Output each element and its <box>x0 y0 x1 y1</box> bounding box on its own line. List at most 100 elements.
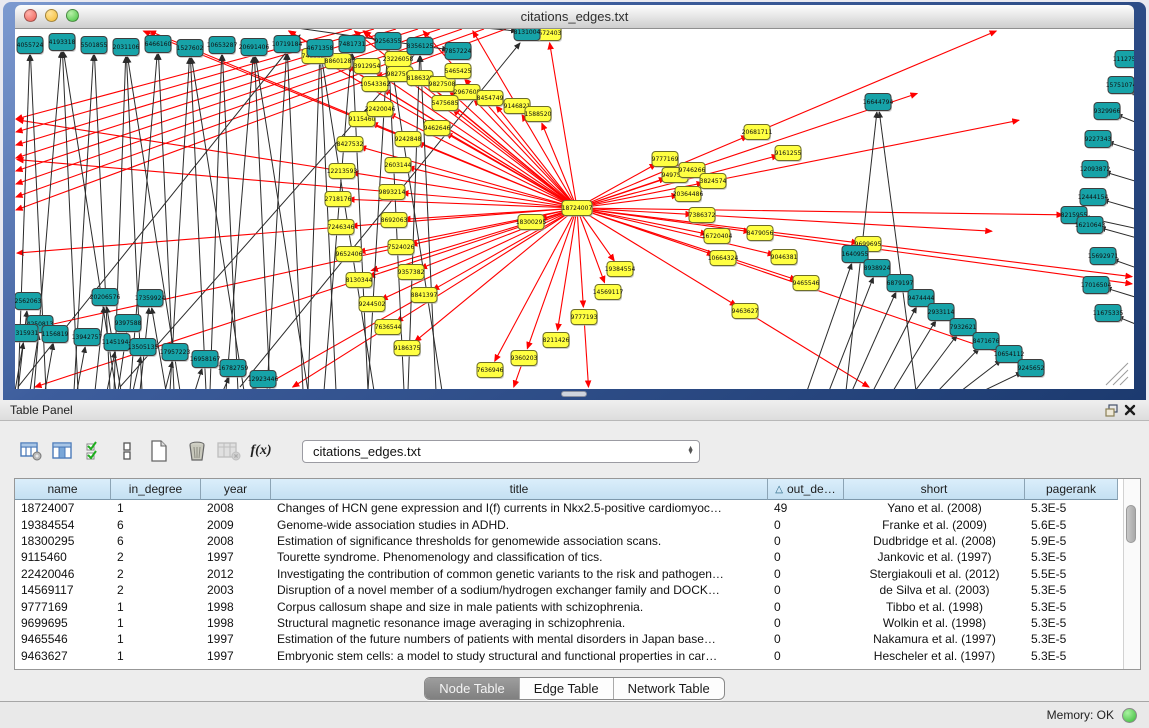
table-cell: 0 <box>768 616 844 630</box>
svg-text:5465425: 5465425 <box>445 68 472 75</box>
network-view-canvas[interactable]: 9115460842753212213593271817672463469652… <box>15 29 1134 389</box>
network-desktop: citations_edges.txt 91154608427532122135… <box>0 0 1149 400</box>
table-row[interactable]: 946362711997Embryonic stem cells: a mode… <box>15 648 1140 664</box>
table-row[interactable]: 1456911722003Disruption of a novel membe… <box>15 582 1140 598</box>
svg-text:1156819: 1156819 <box>42 331 69 338</box>
table-cell: 5.3E-5 <box>1025 649 1118 663</box>
svg-text:1640955: 1640955 <box>842 251 869 258</box>
svg-text:9256355: 9256355 <box>375 38 402 45</box>
minimize-window-button[interactable] <box>45 9 58 22</box>
new-column-icon[interactable] <box>146 438 172 464</box>
svg-text:9777169: 9777169 <box>652 156 679 163</box>
table-settings-icon[interactable] <box>18 438 44 464</box>
table-row[interactable]: 969969511998Structural magnetic resonanc… <box>15 615 1140 631</box>
table-row[interactable]: 1872400712008Changes of HCN gene express… <box>15 500 1140 516</box>
table-cell: 22420046 <box>15 567 111 581</box>
table-body: 1872400712008Changes of HCN gene express… <box>15 500 1140 664</box>
svg-text:16782759: 16782759 <box>218 365 249 372</box>
svg-text:20364486: 20364486 <box>673 191 704 198</box>
table-cell: 0 <box>768 632 844 646</box>
svg-text:2933114: 2933114 <box>928 309 955 316</box>
network-window-titlebar: citations_edges.txt <box>15 5 1134 29</box>
table-cell: 1 <box>111 600 201 614</box>
memory-status-label: Memory: OK <box>1047 708 1114 722</box>
svg-text:9397588: 9397588 <box>115 320 142 327</box>
column-header-in_degree[interactable]: in_degree <box>111 479 201 500</box>
table-cell: Wolkin et al. (1998) <box>844 616 1025 630</box>
svg-text:8356125: 8356125 <box>407 43 434 50</box>
column-header-pagerank[interactable]: pagerank <box>1025 479 1118 500</box>
tab-network-table[interactable]: Network Table <box>613 678 724 699</box>
tab-node-table[interactable]: Node Table <box>425 678 519 699</box>
svg-text:9360203: 9360203 <box>511 355 538 362</box>
svg-text:5501855: 5501855 <box>81 42 108 49</box>
column-header-year[interactable]: year <box>201 479 271 500</box>
table-cell: de Silva et al. (2003) <box>844 583 1025 597</box>
table-row[interactable]: 946554611997Estimation of the future num… <box>15 631 1140 647</box>
svg-text:16958167: 16958167 <box>190 356 221 363</box>
table-row[interactable]: 1938455462009Genome-wide association stu… <box>15 516 1140 532</box>
svg-text:3912954: 3912954 <box>354 63 381 70</box>
table-panel-body: f(x) citations_edges.txt ▲▼ namein_degre… <box>0 421 1149 701</box>
table-row[interactable]: 977716911998Corpus callosum shape and si… <box>15 598 1140 614</box>
svg-text:10664324: 10664324 <box>708 255 739 262</box>
svg-text:10654112: 10654112 <box>994 351 1025 358</box>
delete-column-icon[interactable] <box>184 438 210 464</box>
column-header-out_de[interactable]: △out_de… <box>768 479 844 500</box>
close-window-button[interactable] <box>24 9 37 22</box>
svg-text:7636544: 7636544 <box>375 324 402 331</box>
table-cell: 2008 <box>201 534 271 548</box>
close-panel-icon[interactable] <box>1121 402 1139 418</box>
column-header-short[interactable]: short <box>844 479 1025 500</box>
table-type-segmented-control: Node TableEdge TableNetwork Table <box>424 677 725 700</box>
network-window-title: citations_edges.txt <box>521 9 629 24</box>
svg-text:8471676: 8471676 <box>973 338 1000 345</box>
svg-text:9227343: 9227343 <box>1085 136 1112 143</box>
svg-text:8454749: 8454749 <box>477 95 504 102</box>
panel-divider-handle[interactable] <box>561 391 587 397</box>
svg-text:16644794: 16644794 <box>863 99 894 106</box>
column-header-name[interactable]: name <box>15 479 111 500</box>
table-panel-title: Table Panel <box>10 403 73 417</box>
zoom-window-button[interactable] <box>66 9 79 22</box>
table-cell: Hescheler et al. (1997) <box>844 649 1025 663</box>
svg-text:12093872: 12093872 <box>1080 166 1111 173</box>
table-row[interactable]: 911546021997Tourette syndrome. Phenomeno… <box>15 549 1140 565</box>
row-height-icon[interactable] <box>114 438 140 464</box>
table-select-dropdown[interactable]: citations_edges.txt ▲▼ <box>302 440 700 463</box>
delete-table-icon[interactable] <box>216 438 242 464</box>
table-vertical-scrollbar[interactable] <box>1123 479 1140 669</box>
table-row[interactable]: 1830029562008Estimation of significance … <box>15 533 1140 549</box>
table-cell: 6 <box>111 518 201 532</box>
table-cell: 5.3E-5 <box>1025 501 1118 515</box>
tab-edge-table[interactable]: Edge Table <box>519 678 613 699</box>
column-header-title[interactable]: title <box>271 479 768 500</box>
svg-text:5475685: 5475685 <box>432 100 459 107</box>
table-cell: 2 <box>111 550 201 564</box>
scrollbar-thumb[interactable] <box>1126 505 1136 543</box>
svg-text:8130344: 8130344 <box>346 277 373 284</box>
sort-ascending-icon: △ <box>775 484 783 495</box>
table-row[interactable]: 2242004622012Investigating the contribut… <box>15 566 1140 582</box>
svg-text:11675335: 11675335 <box>1093 310 1124 317</box>
svg-text:13942757: 13942757 <box>72 334 103 341</box>
svg-text:11127544: 11127544 <box>1113 56 1134 63</box>
svg-text:9245652: 9245652 <box>1018 365 1045 372</box>
table-cell: 0 <box>768 567 844 581</box>
column-visibility-icon[interactable] <box>50 438 76 464</box>
table-cell: Dudbridge et al. (2008) <box>844 534 1025 548</box>
svg-text:9777193: 9777193 <box>571 314 598 321</box>
svg-text:2603144: 2603144 <box>385 162 412 169</box>
table-cell: 2012 <box>201 567 271 581</box>
table-cell: Tourette syndrome. Phenomenology and cla… <box>271 550 768 564</box>
function-builder-icon[interactable]: f(x) <box>248 438 274 464</box>
float-panel-icon[interactable] <box>1103 402 1121 418</box>
svg-text:9652406: 9652406 <box>336 251 363 258</box>
table-cell: 2009 <box>201 518 271 532</box>
table-panel-header: Table Panel <box>0 400 1149 421</box>
network-window: citations_edges.txt 91154608427532122135… <box>3 2 1146 400</box>
svg-text:13505135: 13505135 <box>128 344 159 351</box>
column-select-icon[interactable] <box>82 438 108 464</box>
table-cell: Jankovic et al. (1997) <box>844 550 1025 564</box>
table-cell: 9777169 <box>15 600 111 614</box>
